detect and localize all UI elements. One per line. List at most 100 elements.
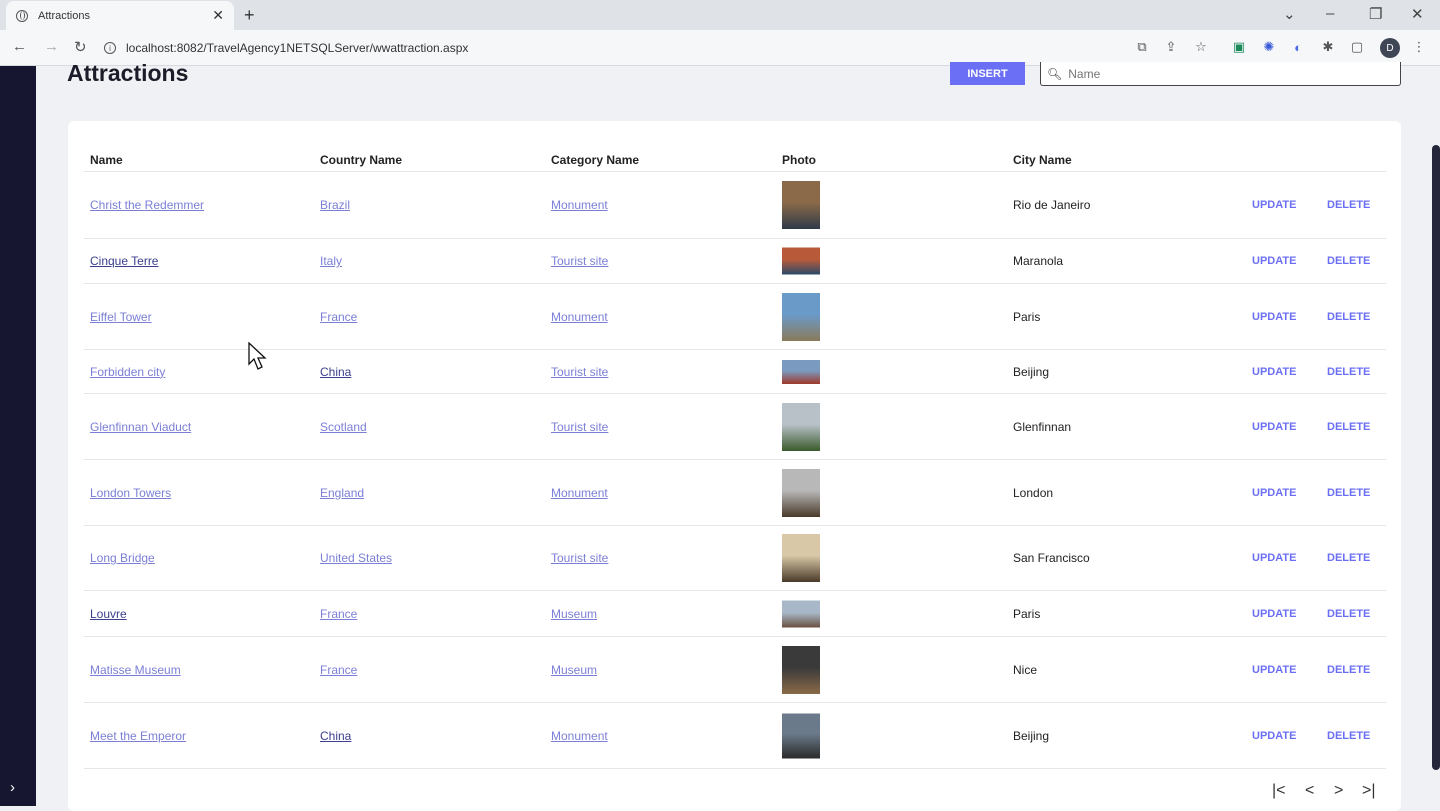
country-name-link[interactable]: China xyxy=(320,365,351,379)
search-input[interactable] xyxy=(1068,66,1369,81)
delete-button[interactable]: DELETE xyxy=(1327,552,1370,564)
header-category-name: Category Name xyxy=(551,153,640,167)
delete-button[interactable]: DELETE xyxy=(1327,487,1370,499)
extensions-puzzle-icon[interactable]: ✱ xyxy=(1320,39,1336,55)
pager-first-icon[interactable]: |< xyxy=(1272,782,1286,800)
update-button[interactable]: UPDATE xyxy=(1252,552,1296,564)
attraction-name-link[interactable]: London Towers xyxy=(90,486,171,500)
update-button[interactable]: UPDATE xyxy=(1252,730,1296,742)
country-name-link[interactable]: China xyxy=(320,729,351,743)
category-name-link[interactable]: Museum xyxy=(551,607,597,621)
attraction-photo xyxy=(782,292,820,341)
attraction-name-link[interactable]: Glenfinnan Viaduct xyxy=(90,420,191,434)
bookmark-star-icon[interactable]: ☆ xyxy=(1193,39,1209,55)
pager-last-icon[interactable]: >| xyxy=(1362,782,1376,800)
country-name-link[interactable]: France xyxy=(320,310,357,324)
update-button[interactable]: UPDATE xyxy=(1252,199,1296,211)
update-button[interactable]: UPDATE xyxy=(1252,608,1296,620)
delete-button[interactable]: DELETE xyxy=(1327,199,1370,211)
category-name-link[interactable]: Tourist site xyxy=(551,254,608,268)
city-name: Maranola xyxy=(1013,254,1064,268)
country-name-link[interactable]: United States xyxy=(320,551,392,565)
country-name-link[interactable]: Italy xyxy=(320,254,342,268)
attraction-name-link[interactable]: Christ the Redemmer xyxy=(90,198,204,212)
attraction-photo xyxy=(782,181,820,229)
expand-sidebar-icon[interactable]: › xyxy=(10,779,15,796)
info-icon[interactable]: i xyxy=(104,42,116,54)
update-button[interactable]: UPDATE xyxy=(1252,311,1296,323)
category-name-link[interactable]: Tourist site xyxy=(551,365,608,379)
share-icon[interactable]: ⇪ xyxy=(1163,39,1179,55)
delete-button[interactable]: DELETE xyxy=(1327,421,1370,433)
table-row: Eiffel Tower France Monument Paris UPDATE DEL… xyxy=(84,284,1386,350)
attraction-photo xyxy=(782,402,820,451)
category-name-link[interactable]: Monument xyxy=(551,729,608,743)
category-name-link[interactable]: Museum xyxy=(551,663,597,677)
attraction-name-link[interactable]: Eiffel Tower xyxy=(90,310,152,324)
side-panel-icon[interactable]: ▢ xyxy=(1349,39,1365,55)
category-name-link[interactable]: Monument xyxy=(551,198,608,212)
new-tab-icon[interactable]: + xyxy=(244,5,255,26)
back-icon[interactable]: ← xyxy=(12,38,27,55)
country-name-link[interactable]: France xyxy=(320,607,357,621)
pager-next-icon[interactable]: > xyxy=(1334,782,1343,800)
tab-search-chevron-icon[interactable]: ⌄ xyxy=(1283,5,1296,23)
delete-button[interactable]: DELETE xyxy=(1327,255,1370,267)
minimize-icon[interactable]: – xyxy=(1326,5,1334,22)
country-name-link[interactable]: Scotland xyxy=(320,420,367,434)
url-field[interactable]: i localhost:8082/TravelAgency1NETSQLServ… xyxy=(104,35,1124,61)
table-row: Glenfinnan Viaduct Scotland Tourist site Gl… xyxy=(84,394,1386,460)
country-name-link[interactable]: France xyxy=(320,663,357,677)
search-box[interactable]: 🔍︎ xyxy=(1040,62,1401,86)
close-tab-icon[interactable]: ✕ xyxy=(212,7,224,24)
city-name: London xyxy=(1013,485,1054,500)
browser-tab[interactable]: Attractions ✕ xyxy=(6,1,234,30)
attraction-name-link[interactable]: Matisse Museum xyxy=(90,663,181,677)
country-name-link[interactable]: England xyxy=(320,486,364,500)
table-row: Christ the Redemmer Brazil Monument Rio de … xyxy=(84,172,1386,239)
city-name: Paris xyxy=(1013,309,1041,324)
attraction-name-link[interactable]: Meet the Emperor xyxy=(90,729,186,743)
attraction-name-link[interactable]: Louvre xyxy=(90,607,127,621)
delete-button[interactable]: DELETE xyxy=(1327,311,1370,323)
close-window-icon[interactable]: ✕ xyxy=(1411,5,1424,23)
attraction-name-link[interactable]: Forbidden city xyxy=(90,365,165,379)
delete-button[interactable]: DELETE xyxy=(1327,608,1370,620)
grid-card: Name Country Name Category Name Photo Ci… xyxy=(68,121,1401,811)
extension-icon[interactable]: ▣ xyxy=(1231,39,1247,55)
update-button[interactable]: UPDATE xyxy=(1252,255,1296,267)
delete-button[interactable]: DELETE xyxy=(1327,730,1370,742)
update-button[interactable]: UPDATE xyxy=(1252,366,1296,378)
category-name-link[interactable]: Monument xyxy=(551,486,608,500)
profile-avatar[interactable]: D xyxy=(1380,38,1400,58)
update-button[interactable]: UPDATE xyxy=(1252,421,1296,433)
city-name: San Francisco xyxy=(1013,551,1090,565)
menu-kebab-icon[interactable]: ⋮ xyxy=(1411,39,1427,55)
update-button[interactable]: UPDATE xyxy=(1252,487,1296,499)
country-name-link[interactable]: Brazil xyxy=(320,198,350,212)
city-name: Nice xyxy=(1013,662,1038,677)
reload-icon[interactable]: ↻ xyxy=(74,38,87,56)
forward-icon[interactable]: → xyxy=(44,38,59,55)
insert-button[interactable]: INSERT xyxy=(950,62,1025,85)
page-title: Attractions xyxy=(67,60,189,86)
delete-button[interactable]: DELETE xyxy=(1327,366,1370,378)
attraction-name-link[interactable]: Cinque Terre xyxy=(90,254,158,268)
scrollbar-thumb[interactable] xyxy=(1432,145,1440,770)
attraction-photo xyxy=(782,645,820,694)
city-name: Paris xyxy=(1013,606,1041,621)
delete-button[interactable]: DELETE xyxy=(1327,664,1370,676)
translate-icon[interactable]: ⧉ xyxy=(1134,39,1150,55)
table-row: Cinque Terre Italy Tourist site Maranola UPD… xyxy=(84,239,1386,284)
attraction-name-link[interactable]: Long Bridge xyxy=(90,551,155,565)
extension-globe-icon[interactable]: ◐ xyxy=(1290,39,1306,55)
category-name-link[interactable]: Tourist site xyxy=(551,420,608,434)
category-name-link[interactable]: Tourist site xyxy=(551,551,608,565)
city-name: Glenfinnan xyxy=(1013,419,1072,434)
pager-prev-icon[interactable]: < xyxy=(1305,782,1314,800)
globe-icon xyxy=(16,9,28,22)
extension-gear-icon[interactable]: ✺ xyxy=(1261,39,1277,55)
update-button[interactable]: UPDATE xyxy=(1252,664,1296,676)
category-name-link[interactable]: Monument xyxy=(551,310,608,324)
restore-icon[interactable]: ❐ xyxy=(1369,5,1382,23)
